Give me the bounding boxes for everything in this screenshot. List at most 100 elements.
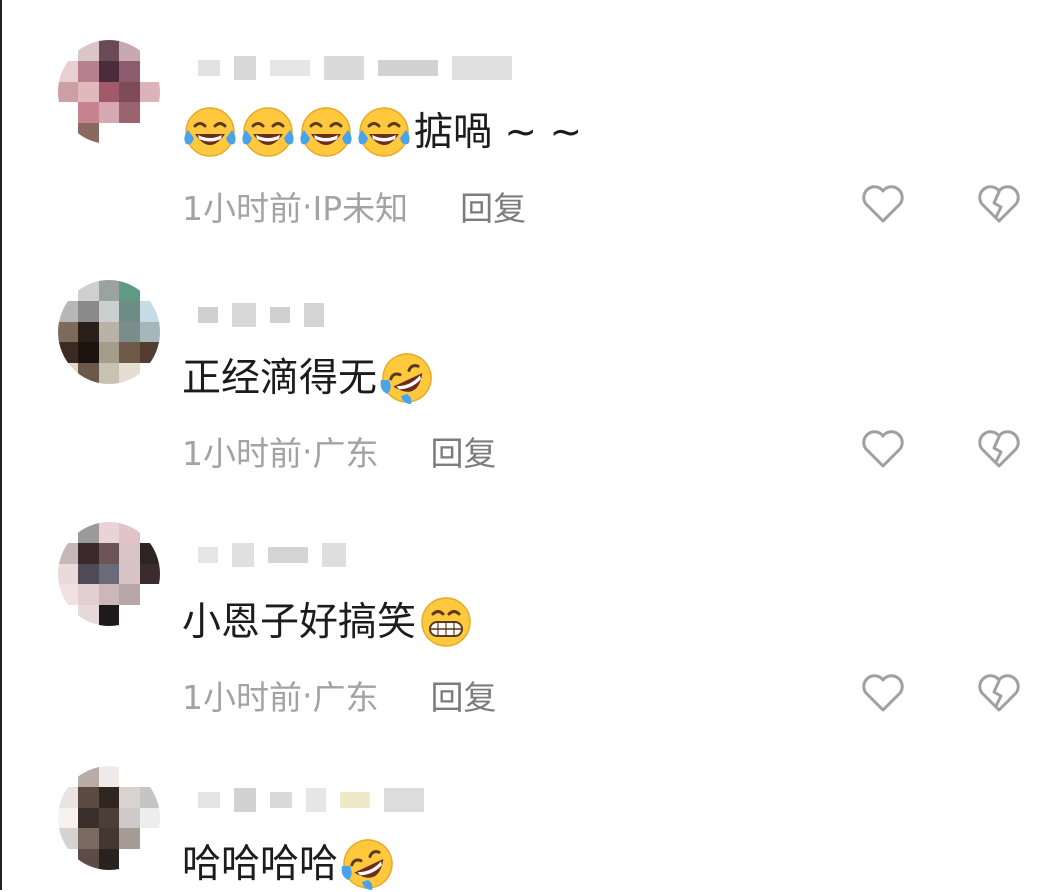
heart-outline-icon[interactable] — [860, 183, 906, 225]
avatar-pixel — [98, 522, 120, 543]
avatar-pixel — [58, 321, 79, 343]
avatar-pixel — [98, 849, 120, 870]
username-blurred[interactable] — [198, 782, 558, 818]
avatar[interactable] — [58, 522, 160, 626]
avatar-pixel — [58, 563, 79, 585]
avatar-pixel — [119, 321, 140, 343]
comment-location: 广东 — [312, 434, 379, 473]
heart-outline-icon[interactable] — [860, 672, 906, 714]
username-pixel — [198, 60, 220, 76]
comment-time: 1小时前 — [182, 434, 302, 473]
avatar-pixel — [78, 828, 99, 850]
avatar-pixel — [78, 60, 99, 82]
comment-location: 广东 — [312, 678, 379, 717]
comment-body: 小恩子好搞笑 — [182, 599, 417, 645]
comment-body: 哈哈哈哈 — [182, 841, 339, 887]
avatar-pixel — [78, 342, 99, 364]
broken-heart-icon[interactable] — [976, 183, 1022, 225]
avatar-pixel — [119, 342, 140, 364]
comment-text: 小恩子好搞笑 — [182, 594, 476, 650]
username-pixel — [198, 792, 220, 808]
avatar-pixel — [98, 40, 120, 61]
heart-outline-icon[interactable] — [860, 428, 906, 470]
avatar-pixel — [98, 81, 120, 103]
emoji-row — [418, 594, 476, 650]
avatar-pixel — [58, 81, 79, 103]
username-blurred[interactable] — [198, 297, 558, 333]
avatar-pixel — [98, 584, 120, 606]
username-pixel — [384, 788, 424, 812]
avatar-pixel — [98, 786, 120, 808]
reply-button[interactable]: 回复 — [460, 182, 526, 230]
avatar-pixel — [119, 828, 140, 850]
username-pixel — [232, 303, 256, 327]
username-pixel — [270, 60, 310, 76]
username-pixel — [270, 307, 290, 323]
username-pixel — [198, 547, 218, 563]
avatar-pixel — [98, 563, 120, 585]
separator: · — [302, 186, 313, 226]
username-blurred[interactable] — [198, 537, 558, 573]
username-pixel — [306, 788, 326, 812]
broken-heart-icon[interactable] — [976, 672, 1022, 714]
comment-body: 掂喎 ~ ~ — [414, 109, 583, 155]
reply-button[interactable]: 回复 — [431, 427, 497, 475]
avatar-pixel — [98, 605, 120, 626]
username-pixel — [234, 788, 256, 812]
avatar-pixel — [78, 584, 99, 606]
username-blurred[interactable] — [198, 50, 558, 86]
username-pixel — [322, 543, 346, 567]
avatar-pixel — [119, 584, 140, 606]
avatar-pixel — [78, 81, 99, 103]
comment-time: 1小时前 — [182, 678, 302, 717]
avatar-pixel — [139, 81, 160, 103]
avatar-pixel — [139, 563, 160, 585]
avatar-pixel — [78, 786, 99, 808]
avatar-pixel — [98, 766, 120, 787]
username-pixel — [234, 56, 256, 80]
emoji-row — [182, 104, 414, 160]
avatar-pixel — [78, 807, 99, 829]
username-pixel — [304, 303, 324, 327]
avatar-pixel — [98, 280, 120, 301]
username-pixel — [324, 56, 364, 80]
avatar-pixel — [119, 102, 140, 124]
emoji-row — [379, 350, 437, 406]
avatar-pixel — [139, 321, 160, 343]
avatar-pixel — [139, 807, 160, 829]
username-pixel — [232, 543, 254, 567]
avatar-pixel — [119, 300, 140, 322]
avatar-pixel — [98, 102, 120, 124]
rolling-on-floor-laughing-emoji-icon — [341, 839, 393, 890]
avatar-pixel — [119, 807, 140, 829]
emoji-row — [340, 836, 398, 892]
avatar-pixel — [119, 81, 140, 103]
tears-of-joy-emoji-icon — [242, 107, 294, 157]
avatar-pixel — [78, 102, 99, 124]
avatar[interactable] — [58, 280, 160, 384]
avatar[interactable] — [58, 766, 160, 870]
username-pixel — [198, 307, 218, 323]
avatar[interactable] — [58, 40, 160, 144]
separator: · — [302, 675, 313, 715]
avatar-pixel — [119, 542, 140, 564]
avatar-pixel — [78, 542, 99, 564]
avatar-pixel — [98, 300, 120, 322]
reply-button[interactable]: 回复 — [431, 671, 497, 719]
separator: · — [302, 431, 313, 471]
avatar-pixel — [78, 563, 99, 585]
comment-text: 哈哈哈哈 — [182, 836, 398, 892]
avatar-pixel — [98, 363, 120, 384]
avatar-pixel — [98, 342, 120, 364]
avatar-pixel — [119, 786, 140, 808]
comment-meta: 1小时前 · 广东 回复 — [182, 671, 497, 719]
comment-body: 正经滴得无 — [182, 355, 378, 401]
comment-meta: 1小时前 · 广东 回复 — [182, 427, 497, 475]
comment-text: 掂喎 ~ ~ — [182, 104, 582, 160]
broken-heart-icon[interactable] — [976, 428, 1022, 470]
comment-meta: 1小时前 · IP未知 回复 — [182, 182, 526, 230]
avatar-pixel — [58, 807, 79, 829]
avatar-pixel — [98, 123, 120, 144]
avatar-pixel — [78, 321, 99, 343]
avatar-pixel — [119, 563, 140, 585]
